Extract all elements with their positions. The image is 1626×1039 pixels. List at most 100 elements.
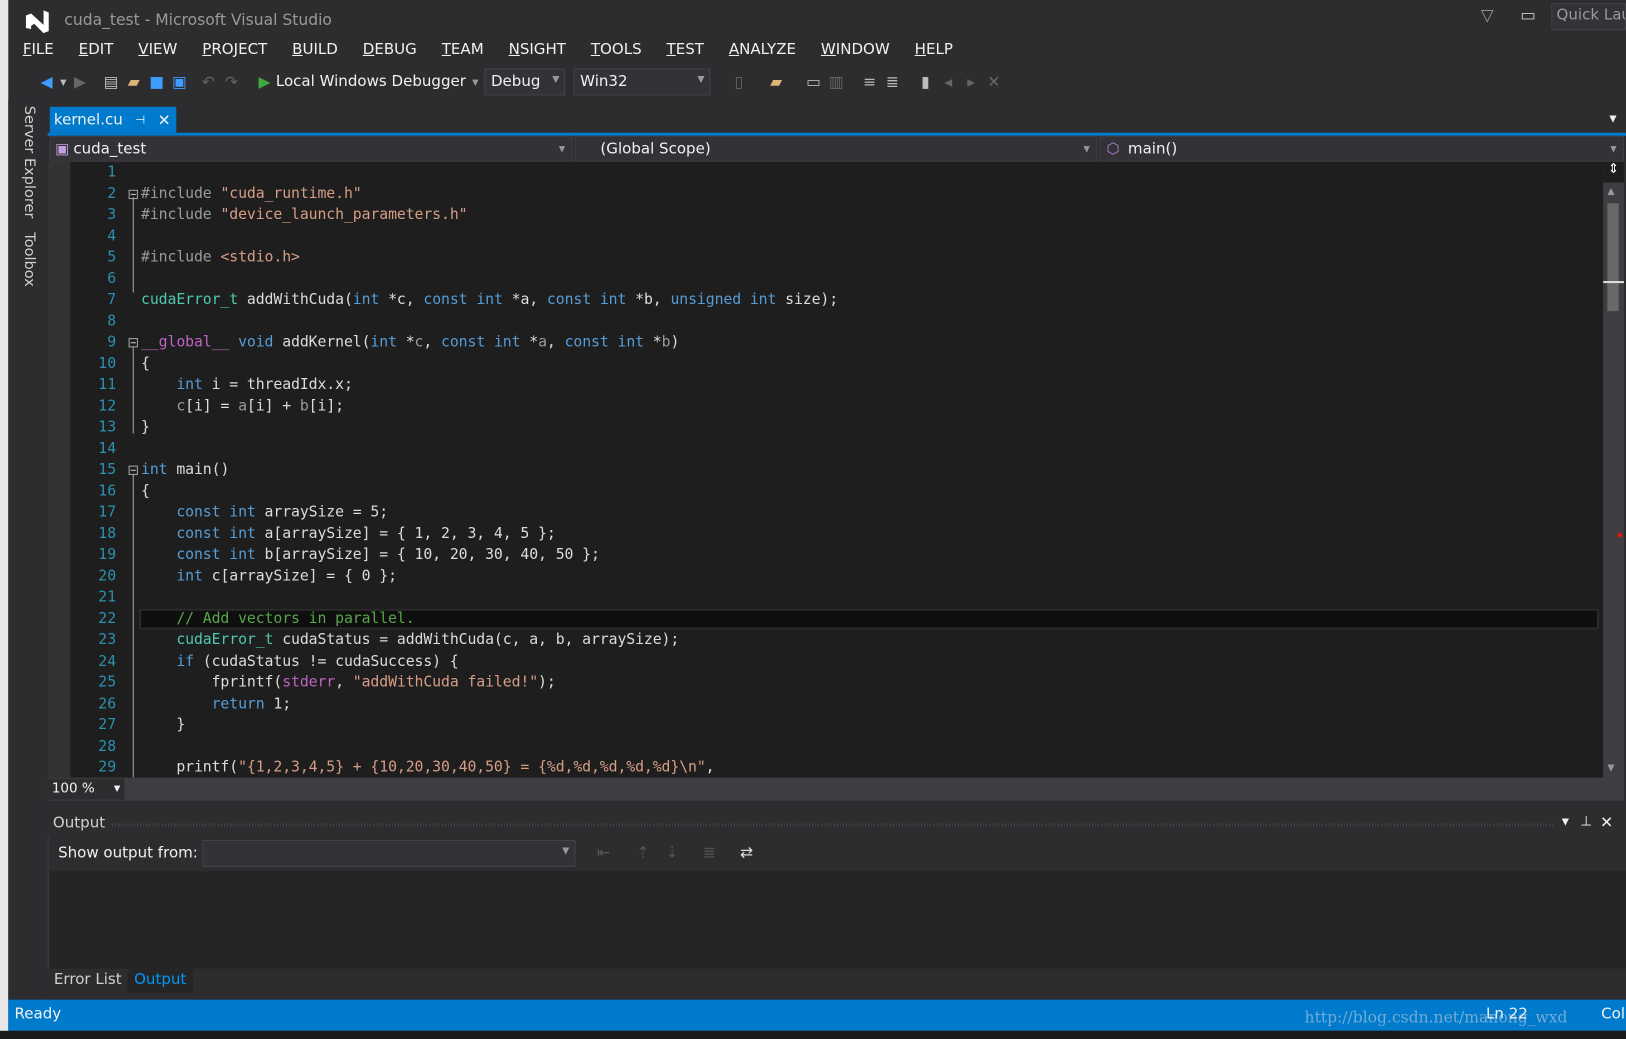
filter-icon[interactable]: ▽ [1481, 5, 1494, 25]
menu-test[interactable]: TEST [667, 41, 704, 58]
clear-all-icon[interactable]: ≣ [698, 843, 721, 862]
collapse-icon[interactable] [128, 189, 138, 199]
menu-file[interactable]: FILE [23, 41, 54, 58]
tab-error-list[interactable]: Error List [48, 969, 128, 994]
menu-debug[interactable]: DEBUG [363, 41, 417, 58]
code-line[interactable]: 14 [48, 438, 1603, 459]
scope-dropdown[interactable]: (Global Scope) ▼ [574, 135, 1098, 162]
next-bookmark-icon[interactable]: ▸ [960, 73, 983, 92]
scroll-thumb[interactable] [1607, 203, 1619, 312]
collapse-icon[interactable] [128, 465, 138, 475]
code-line[interactable]: 2 #include "cuda_runtime.h" [48, 183, 1603, 204]
save-all-icon[interactable]: ▣ [168, 73, 191, 92]
code-line[interactable]: 28 [48, 736, 1603, 757]
code-line[interactable]: 19 const int b[arraySize] = { 10, 20, 30… [48, 544, 1603, 565]
code-line[interactable]: 22 // Add vectors in parallel. [48, 608, 1603, 629]
code-line[interactable]: 5 #include <stdio.h> [48, 247, 1603, 268]
collapse-icon[interactable] [128, 338, 138, 348]
menu-view[interactable]: VIEW [138, 41, 177, 58]
close-icon[interactable]: ✕ [158, 110, 171, 129]
menu-analyze[interactable]: ANALYZE [729, 41, 796, 58]
clear-bookmarks-icon[interactable]: ✕ [983, 73, 1006, 92]
menu-team[interactable]: TEAM [442, 41, 484, 58]
next-message-icon[interactable]: ⇣ [661, 843, 684, 862]
code-line[interactable]: 17 const int arraySize = 5; [48, 502, 1603, 523]
comment-icon[interactable]: ≡ [858, 73, 881, 92]
code-line[interactable]: 21 [48, 587, 1603, 608]
server-explorer-tab[interactable]: Server Explorer [21, 106, 38, 219]
show-output-dropdown[interactable]: ▼ [202, 839, 576, 867]
tab-output[interactable]: Output [127, 968, 193, 994]
code-line[interactable]: 15 int main() [48, 459, 1603, 480]
tab-kernel-cu[interactable]: kernel.cu ⊣ ✕ [49, 106, 177, 133]
undo-icon[interactable]: ↶ [197, 73, 220, 92]
code-line[interactable]: 7 cudaError_t addWithCuda(int *c, const i… [48, 289, 1603, 310]
device-icon[interactable]: ▯ [727, 73, 750, 92]
scroll-up-icon[interactable]: ▲ [1607, 187, 1614, 197]
close-icon[interactable]: ✕ [1600, 813, 1613, 832]
code-line[interactable]: 8 [48, 311, 1603, 332]
menu-help[interactable]: HELP [915, 41, 953, 58]
menu-project[interactable]: PROJECT [202, 41, 267, 58]
start-debugger-button[interactable]: Local Windows Debugger [276, 74, 466, 91]
code-line[interactable]: 9 __global__ void addKernel(int *c, const… [48, 332, 1603, 353]
zoom-dropdown[interactable]: 100 % ▼ [47, 778, 125, 800]
member-dropdown[interactable]: ⬡ main() ▼ [1099, 135, 1624, 162]
prev-bookmark-icon[interactable]: ◂ [937, 73, 960, 92]
chevron-down-icon[interactable]: ▼ [472, 77, 478, 86]
uncomment-icon[interactable]: ≣ [881, 73, 904, 92]
code-line[interactable]: 12 c[i] = a[i] + b[i]; [48, 396, 1603, 417]
feedback-icon[interactable]: ▭ [1520, 5, 1536, 25]
back-icon[interactable]: ◀ [35, 73, 58, 92]
pin-icon[interactable]: ⊥ [1580, 814, 1592, 830]
platform-dropdown[interactable]: Win32 ▼ [573, 68, 711, 96]
horizontal-scrollbar[interactable]: 100 % ▼ [47, 777, 1624, 801]
tab-overflow-icon[interactable]: ▼ [1609, 114, 1616, 124]
code-line[interactable]: 26 return 1; [48, 693, 1603, 714]
find-in-files-icon[interactable]: ▰ [765, 73, 788, 92]
panel-menu-icon[interactable]: ▼ [1562, 817, 1569, 827]
code-line[interactable]: 3 #include "device_launch_parameters.h" [48, 204, 1603, 225]
menu-build[interactable]: BUILD [292, 41, 338, 58]
previous-message-icon[interactable]: ⇡ [632, 843, 655, 862]
new-project-icon[interactable]: ▤ [100, 73, 123, 92]
forward-icon[interactable]: ▶ [68, 73, 91, 92]
pin-icon[interactable]: ⊣ [135, 113, 145, 126]
menu-window[interactable]: WINDOW [821, 41, 890, 58]
code-line[interactable]: 13} [48, 417, 1603, 438]
code-line[interactable]: 10 { [48, 353, 1603, 374]
dropdown-icon[interactable]: ▼ [58, 77, 68, 86]
code-line[interactable]: 23 cudaError_t cudaStatus = addWithCuda(… [48, 629, 1603, 650]
vertical-scrollbar[interactable]: ⇕ ▲ ▼ [1603, 161, 1624, 778]
configuration-dropdown[interactable]: Debug ▼ [484, 68, 566, 96]
open-file-icon[interactable]: ▰ [122, 73, 145, 92]
play-icon[interactable]: ▶ [253, 73, 276, 92]
code-line[interactable]: 29 printf("{1,2,3,4,5} + {10,20,30,40,50… [48, 757, 1603, 778]
code-line[interactable]: 24 if (cudaStatus != cudaSuccess) { [48, 651, 1603, 672]
word-wrap-icon[interactable]: ⇄ [735, 843, 758, 862]
code-line[interactable]: 25 fprintf(stderr, "addWithCuda failed!"… [48, 672, 1603, 693]
quick-launch-input[interactable]: Quick Lau [1551, 3, 1626, 31]
solution-explorer-icon[interactable]: ▭ [802, 73, 825, 92]
menu-tools[interactable]: TOOLS [591, 41, 642, 58]
scroll-down-icon[interactable]: ▼ [1607, 763, 1614, 773]
save-icon[interactable]: ■ [145, 73, 168, 92]
project-dropdown[interactable]: ▣ cuda_test ▼ [49, 135, 573, 162]
code-line[interactable]: 11 int i = threadIdx.x; [48, 374, 1603, 395]
code-line[interactable]: 16 { [48, 481, 1603, 502]
code-line[interactable]: 20 int c[arraySize] = { 0 }; [48, 566, 1603, 587]
code-line[interactable]: 27 } [48, 714, 1603, 735]
go-to-message-icon[interactable]: ⇤ [592, 843, 615, 862]
properties-icon[interactable]: ▥ [825, 73, 848, 92]
menu-edit[interactable]: EDIT [79, 41, 114, 58]
bookmark-icon[interactable]: ▮ [914, 73, 937, 92]
toolbox-tab[interactable]: Toolbox [21, 232, 38, 286]
code-line[interactable]: 1 [48, 162, 1603, 183]
code-editor[interactable]: 1 2 #include "cuda_runtime.h" 3 #include "de… [47, 161, 1604, 778]
split-icon[interactable]: ⇕ [1603, 161, 1624, 183]
menu-nsight[interactable]: NSIGHT [509, 41, 566, 58]
code-line[interactable]: 6 [48, 268, 1603, 289]
code-line[interactable]: 4 [48, 226, 1603, 247]
code-line[interactable]: 18 const int a[arraySize] = { 1, 2, 3, 4… [48, 523, 1603, 544]
redo-icon[interactable]: ↷ [220, 73, 243, 92]
